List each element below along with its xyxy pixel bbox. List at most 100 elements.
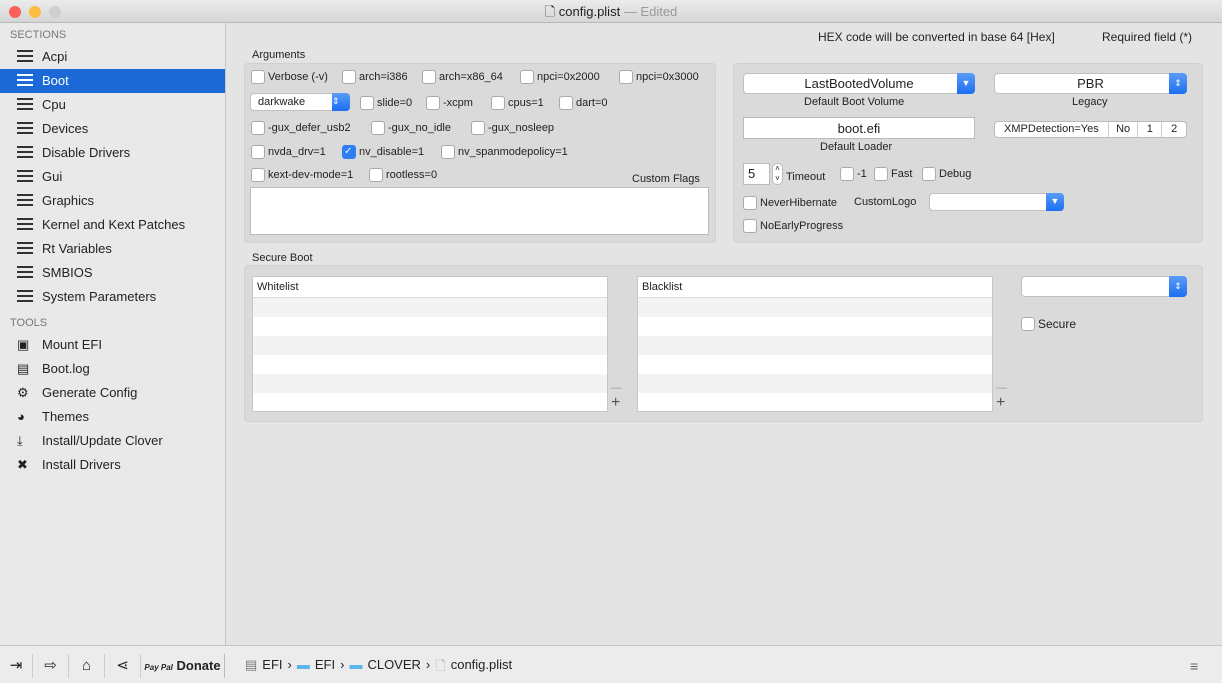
sidebar-item-label: Acpi [42, 49, 68, 64]
disk-icon: ▣ [17, 337, 30, 352]
tools-header: TOOLS [10, 317, 48, 329]
darkwake-popup[interactable]: darkwake ⇕ [250, 93, 350, 111]
tool-item-themes[interactable]: ◕ Themes [0, 405, 225, 429]
default-loader-label: Default Loader [820, 141, 893, 153]
checkbox-nv-spanmodepolicy-1[interactable]: nv_spanmodepolicy=1 [441, 145, 568, 159]
checkbox-arch-x86-64[interactable]: arch=x86_64 [422, 70, 503, 84]
default-loader-input[interactable]: boot.efi [743, 117, 975, 139]
checkbox--gux-no-idle[interactable]: -gux_no_idle [371, 121, 451, 135]
tool-item-label: Mount EFI [42, 337, 102, 352]
path-item[interactable]: EFI [262, 657, 282, 679]
donate-button[interactable]: Pay Pal Donate [141, 654, 225, 678]
arguments-title: Arguments [252, 49, 306, 61]
checkbox-slide-0[interactable]: slide=0 [360, 96, 412, 110]
blacklist-remove-button[interactable]: — [996, 382, 1007, 394]
sidebar-item-acpi[interactable]: Acpi [0, 45, 225, 69]
fast-checkbox[interactable]: Fast [874, 167, 912, 181]
sidebar-item-boot[interactable]: Boot [0, 69, 225, 93]
path-item[interactable]: config.plist [451, 657, 512, 679]
secure-checkbox[interactable]: Secure [1021, 317, 1076, 331]
palette-icon: ◕ [17, 409, 25, 424]
sidebar-item-smbios[interactable]: SMBIOS [0, 261, 225, 285]
xmp-segment[interactable]: 2 [1162, 122, 1186, 137]
file-icon: 🗋 [435, 658, 446, 673]
custom-logo-popup[interactable]: ▼ [929, 193, 1064, 211]
timeout-stepper[interactable]: ˄ ˅ [772, 163, 783, 185]
list-icon [17, 170, 33, 184]
sidebar-item-gui[interactable]: Gui [0, 165, 225, 189]
sidebar-item-devices[interactable]: Devices [0, 117, 225, 141]
required-note: Required field (*) [1102, 30, 1193, 44]
default-volume-popup[interactable]: LastBootedVolume ▼ [743, 73, 975, 94]
zoom-button[interactable] [49, 6, 61, 18]
sidebar-item-disable-drivers[interactable]: Disable Drivers [0, 141, 225, 165]
checkbox-dart-0[interactable]: dart=0 [559, 96, 608, 110]
checkbox-rootless-0[interactable]: rootless=0 [369, 168, 437, 182]
tool-item-label: Install/Update Clover [42, 433, 163, 448]
never-hibernate-checkbox[interactable]: NeverHibernate [743, 196, 837, 210]
sidebar-item-label: Disable Drivers [42, 145, 131, 160]
updown-icon: ⇕ [1169, 73, 1187, 94]
list-icon [17, 74, 33, 88]
tool-item-label: Generate Config [42, 385, 138, 400]
sidebar-item-rt-variables[interactable]: Rt Variables [0, 237, 225, 261]
sidebar-item-kernel-and-kext-patches[interactable]: Kernel and Kext Patches [0, 213, 225, 237]
edited-label[interactable]: — Edited [624, 4, 677, 19]
menu-lines-icon[interactable]: ≡ [1190, 658, 1198, 674]
list-icon [17, 98, 33, 112]
sidebar-item-label: System Parameters [42, 289, 157, 304]
debug-checkbox[interactable]: Debug [922, 167, 971, 181]
checkbox-kext-dev-mode-1[interactable]: kext-dev-mode=1 [251, 168, 353, 182]
checkbox--gux-defer-usb2[interactable]: -gux_defer_usb2 [251, 121, 351, 135]
checkbox--gux-nosleep[interactable]: -gux_nosleep [471, 121, 554, 135]
checkbox-arch-i386[interactable]: arch=i386 [342, 70, 408, 84]
checkbox-npci-0x2000[interactable]: npci=0x2000 [520, 70, 600, 84]
checkbox-cpus-1[interactable]: cpus=1 [491, 96, 544, 110]
chevron-down-icon: ▼ [957, 73, 975, 94]
sidebar-item-cpu[interactable]: Cpu [0, 93, 225, 117]
paypal-logo: Pay Pal [144, 663, 173, 672]
tool-item-install-update-clover[interactable]: ⤓ Install/Update Clover [0, 429, 225, 453]
donate-label: Donate [176, 658, 221, 673]
whitelist-add-button[interactable]: + [611, 394, 620, 412]
whitelist-remove-button[interactable]: — [611, 382, 622, 394]
minus1-checkbox[interactable]: -1 [840, 167, 867, 181]
checkbox-nv-disable-1[interactable]: nv_disable=1 [342, 145, 424, 159]
close-button[interactable] [9, 6, 21, 18]
home-icon[interactable]: ⌂ [69, 654, 105, 678]
checkbox-nvda-drv-1[interactable]: nvda_drv=1 [251, 145, 326, 159]
bottom-bar: ⇥ ⇨ ⌂ ⋖ Pay Pal Donate ▤ EFI › ▬ EFI › ▬ CLOVER… [0, 645, 1222, 683]
legacy-popup[interactable]: PBR ⇕ [994, 73, 1187, 94]
xmp-segment[interactable]: XMPDetection=Yes [995, 122, 1109, 137]
path-item[interactable]: EFI [315, 657, 335, 679]
checkbox-verbose-v-[interactable]: Verbose (-v) [251, 70, 328, 84]
download-icon: ⤓ [17, 433, 23, 448]
tool-item-mount-efi[interactable]: ▣ Mount EFI [0, 333, 225, 357]
xmp-segment[interactable]: No [1109, 122, 1139, 137]
list-icon [17, 146, 33, 160]
blacklist-table[interactable]: Blacklist [637, 276, 993, 412]
custom-flags-input[interactable] [250, 187, 709, 235]
tool-item-boot-log[interactable]: ▤ Boot.log [0, 357, 225, 381]
checkbox--xcpm[interactable]: -xcpm [426, 96, 473, 110]
tool-item-generate-config[interactable]: ⚙ Generate Config [0, 381, 225, 405]
path-item[interactable]: CLOVER [367, 657, 420, 679]
export-icon[interactable]: ⇨ [33, 654, 69, 678]
hex-note: HEX code will be converted in base 64 [H… [818, 30, 1055, 44]
list-icon [17, 122, 33, 136]
blacklist-add-button[interactable]: + [996, 394, 1005, 412]
tool-item-label: Install Drivers [42, 457, 121, 472]
checkbox-npci-0x3000[interactable]: npci=0x3000 [619, 70, 699, 84]
xmp-segment[interactable]: 1 [1138, 122, 1163, 137]
whitelist-table[interactable]: Whitelist [252, 276, 608, 412]
tool-item-install-drivers[interactable]: ✖ Install Drivers [0, 453, 225, 477]
sidebar-item-system-parameters[interactable]: System Parameters [0, 285, 225, 309]
sidebar-item-graphics[interactable]: Graphics [0, 189, 225, 213]
timeout-input[interactable]: 5 [743, 163, 770, 185]
minimize-button[interactable] [29, 6, 41, 18]
no-early-progress-checkbox[interactable]: NoEarlyProgress [743, 219, 843, 233]
import-icon[interactable]: ⇥ [0, 654, 33, 678]
document-icon: 🗋 [544, 4, 556, 19]
secure-boot-policy-popup[interactable]: ⇕ [1021, 276, 1187, 297]
share-icon[interactable]: ⋖ [105, 654, 141, 678]
